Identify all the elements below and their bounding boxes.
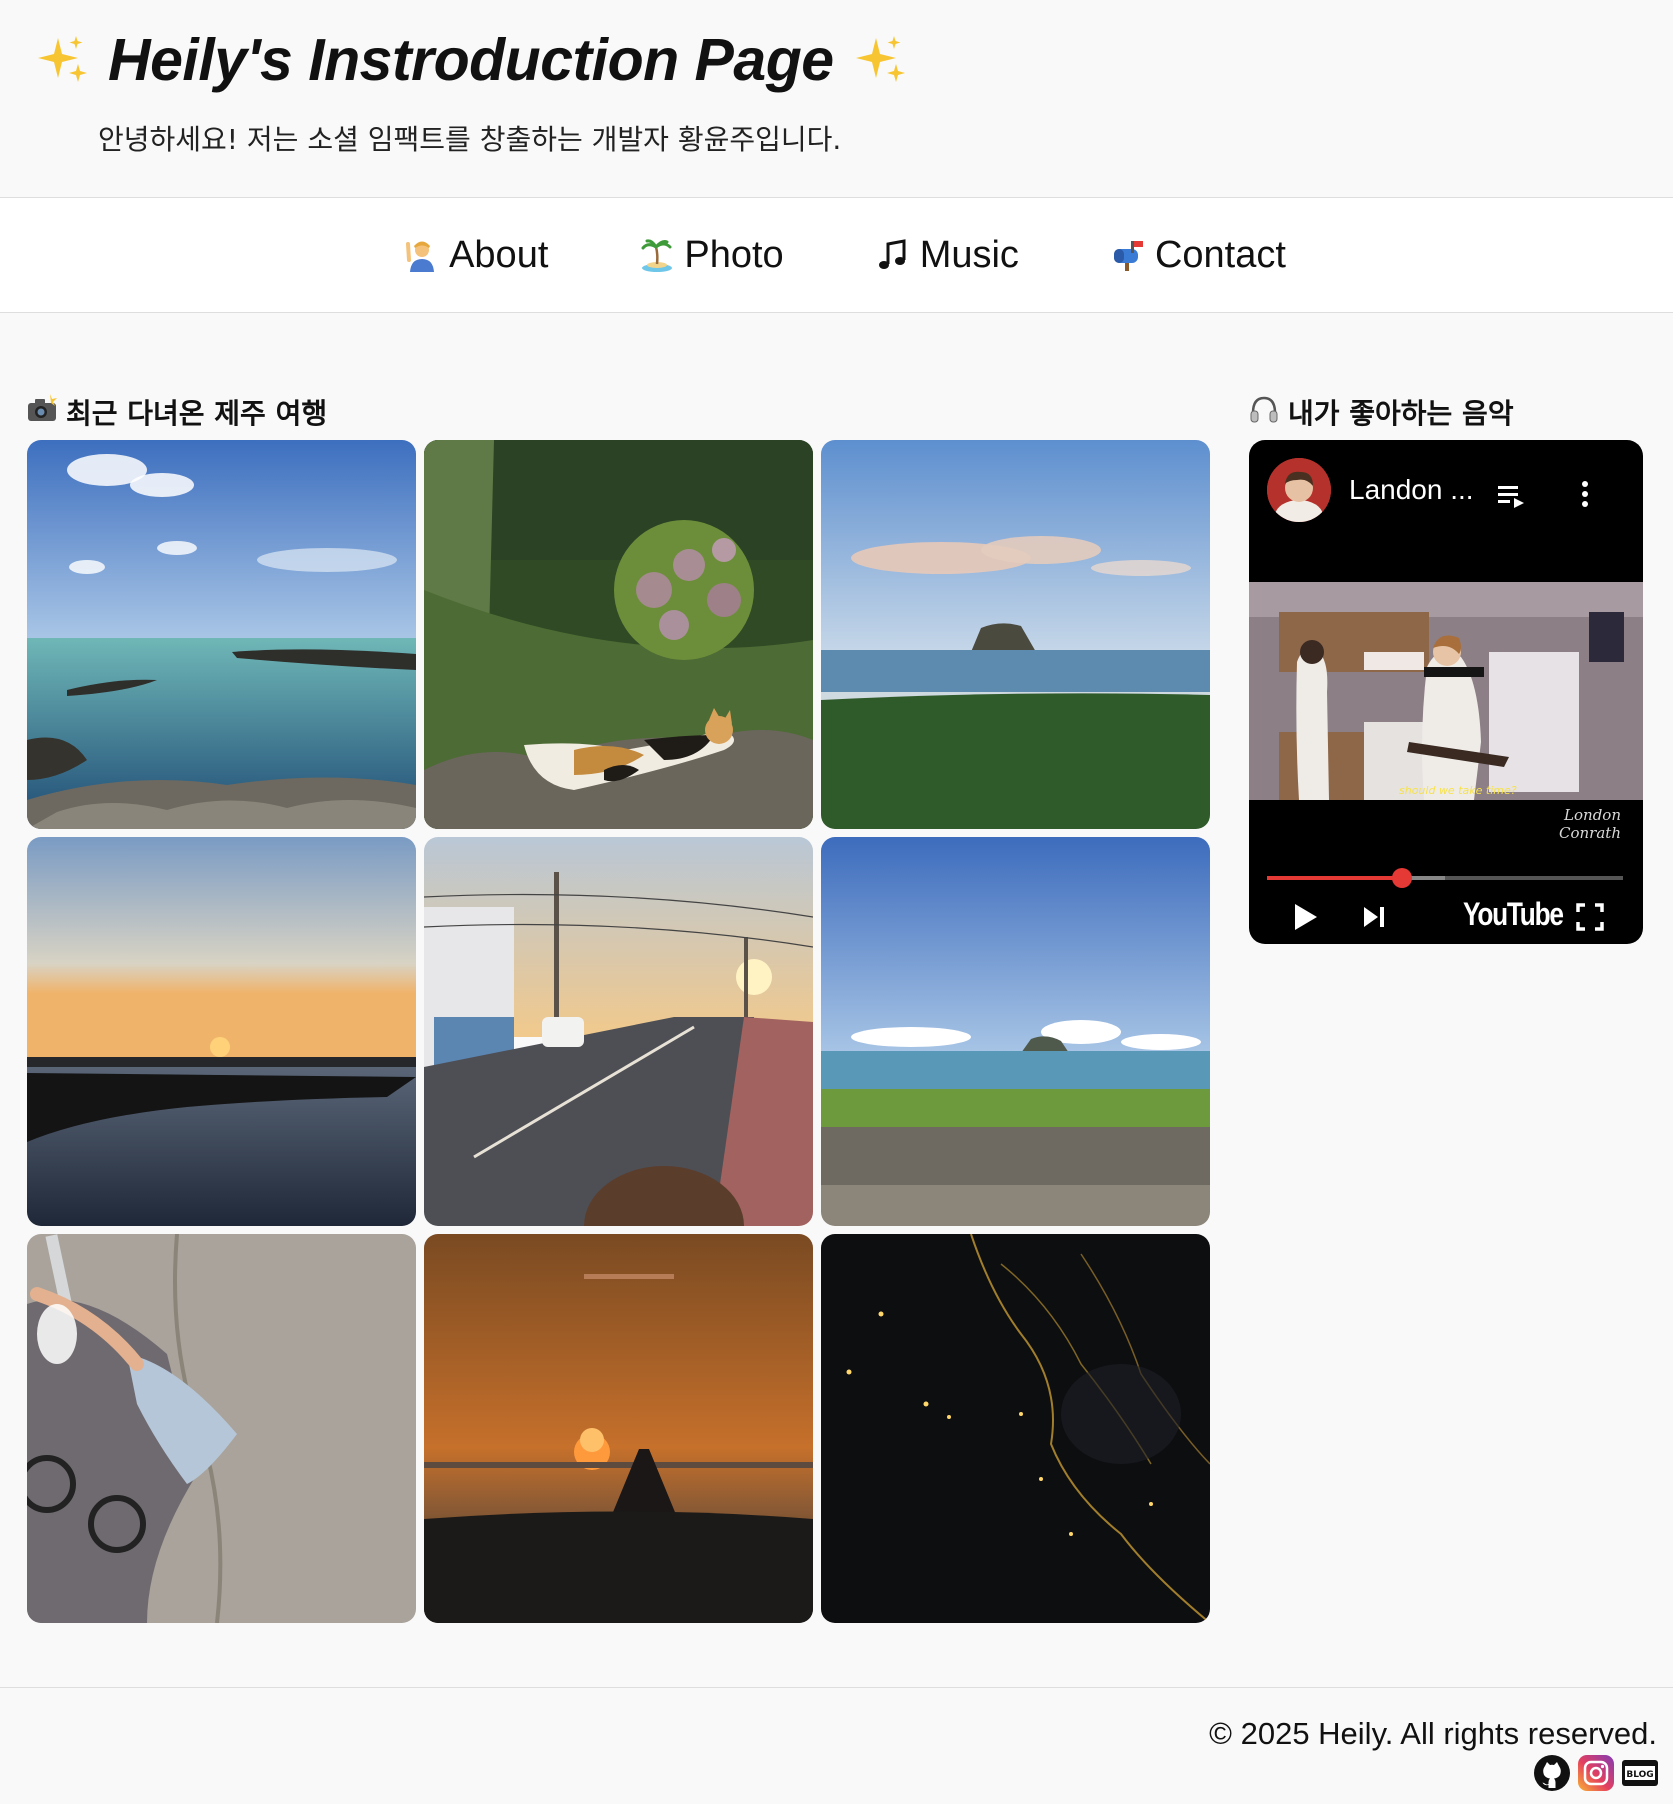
progress-knob[interactable] (1392, 868, 1413, 888)
youtube-player[interactable]: Landon ... should we take time? London C… (1249, 440, 1643, 944)
music-section-title-text: 내가 좋아하는 음악 (1288, 397, 1514, 430)
video-title[interactable]: Landon ... (1349, 474, 1474, 506)
blog-icon[interactable]: BLOG (1621, 1754, 1659, 1792)
photo-section-title: 최근 다녀온 제주 여행 (26, 392, 327, 432)
nav-label-contact: Contact (1154, 233, 1286, 276)
street-sunset-photo[interactable] (424, 837, 813, 1226)
nav-item-about[interactable]: About (405, 234, 548, 277)
instagram-icon[interactable] (1577, 1754, 1615, 1792)
desert-island-icon (640, 238, 674, 272)
copyright-text: © 2025 Heily. All rights reserved. (1209, 1716, 1657, 1751)
page-subtitle: 안녕하세요! 저는 소셜 임팩트를 창출하는 개발자 황윤주입니다. (98, 123, 842, 156)
person-raising-hand-icon (405, 238, 439, 272)
beach-island-photo[interactable] (821, 837, 1210, 1226)
night-city-lights-photo[interactable] (821, 1234, 1210, 1623)
channel-avatar[interactable] (1267, 458, 1331, 522)
headphones-icon (1248, 393, 1280, 432)
more-options-icon[interactable] (1579, 478, 1591, 510)
pavement-selfie-photo[interactable] (27, 1234, 416, 1623)
site-footer: © 2025 Heily. All rights reserved. BLOG (0, 1687, 1673, 1804)
main-nav: About Photo Music Contact (0, 198, 1673, 313)
photo-grid (27, 440, 1210, 1623)
nav-label-music: Music (919, 233, 1019, 276)
progress-fill (1267, 876, 1403, 880)
camera-flash-icon (26, 393, 58, 432)
video-caption: should we take time? (1399, 784, 1517, 797)
mailbox-icon (1111, 238, 1145, 272)
sparkles-icon (852, 32, 908, 88)
site-header: Heily's Instroduction Page 안녕하세요! 저는 소셜 … (0, 0, 1673, 198)
nav-label-about: About (449, 233, 549, 276)
next-track-icon[interactable] (1361, 904, 1387, 930)
social-links: BLOG (1533, 1754, 1659, 1792)
photo-section-title-text: 최근 다녀온 제주 여행 (66, 397, 328, 430)
fullscreen-icon[interactable] (1575, 902, 1605, 932)
calico-cat-photo[interactable] (424, 440, 813, 829)
nav-item-photo[interactable]: Photo (640, 233, 784, 277)
nav-item-music[interactable]: Music (876, 234, 1019, 277)
svg-text:BLOG: BLOG (1626, 1770, 1653, 1780)
airplane-sunset-photo[interactable] (424, 1234, 813, 1623)
video-thumbnail[interactable]: should we take time? (1249, 582, 1643, 800)
page-title-text: Heily's Instroduction Page (108, 27, 834, 93)
playlist-icon[interactable] (1496, 482, 1528, 510)
nav-label-photo: Photo (684, 233, 784, 276)
channel-watermark-line-2: Conrath (1559, 824, 1621, 842)
channel-watermark-line-1: London (1564, 806, 1621, 824)
island-sea-photo[interactable] (821, 440, 1210, 829)
youtube-logo[interactable]: YouTube (1463, 896, 1564, 933)
github-icon[interactable] (1533, 1754, 1571, 1792)
sparkles-icon (34, 32, 90, 88)
harbor-sunset-photo[interactable] (27, 837, 416, 1226)
page-title: Heily's Instroduction Page (34, 26, 908, 94)
music-section-title: 내가 좋아하는 음악 (1248, 392, 1514, 432)
musical-note-icon (876, 238, 910, 272)
nav-item-contact[interactable]: Contact (1111, 234, 1286, 277)
progress-bar[interactable] (1267, 868, 1623, 888)
channel-watermark: London Conrath (1559, 806, 1621, 842)
sea-rocks-photo[interactable] (27, 440, 416, 829)
play-icon[interactable] (1291, 902, 1319, 932)
